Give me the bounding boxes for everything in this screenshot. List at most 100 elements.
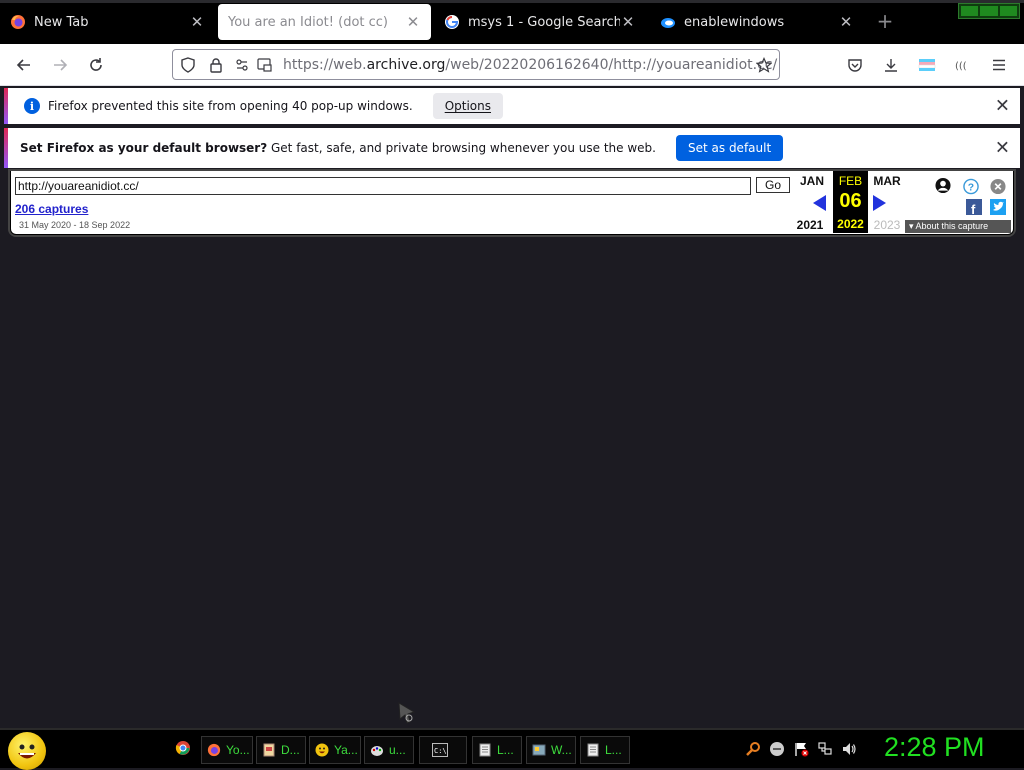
taskbar-item-label: L... [605,743,622,757]
url-bar[interactable]: https://web.archive.org/web/202202061626… [172,49,780,80]
wayback-url-input[interactable]: http://youareanidiot.cc/ [15,177,751,195]
tab-title: enablewindows [684,14,785,30]
close-tab-icon[interactable]: ✕ [838,13,854,31]
popup-blocked-message: Firefox prevented this site from opening… [48,99,413,113]
url-prefix: https://web. [283,57,367,73]
mouse-cursor-icon [398,702,416,724]
taskbar-item-paint[interactable]: u... [364,736,414,764]
prev-capture-arrow-icon[interactable] [813,195,826,211]
paint-icon [369,742,385,758]
url-text: https://web.archive.org/web/202202061626… [283,57,777,73]
taskbar-item-terminal[interactable]: C:\ [419,736,467,764]
next-year-label[interactable]: 2023 [869,218,905,232]
taskbar-item-label: u... [389,743,406,757]
security-flag-icon[interactable] [792,740,810,758]
options-button[interactable]: Options [432,93,503,119]
tab-new-tab[interactable]: New Tab ✕ [0,4,215,40]
set-as-default-button[interactable]: Set as default [676,135,784,161]
info-icon: i [24,98,40,114]
reload-icon[interactable] [83,52,109,78]
about-this-capture-label: About this capture [915,221,989,231]
start-button-smiley-icon[interactable] [8,732,46,770]
twitter-icon[interactable] [990,199,1006,215]
taskbar-item-label: Ya... [334,743,358,757]
about-this-capture-button[interactable]: ▾ About this capture [905,220,1011,233]
window-controls[interactable] [958,3,1020,19]
back-arrow-icon[interactable] [11,52,37,78]
taskbar-item-app[interactable]: W... [526,736,576,764]
default-browser-message: Set Firefox as your default browser? Get… [20,141,656,155]
navigation-toolbar: https://web.archive.org/web/202202061626… [0,44,1024,86]
capture-date-range: 31 May 2020 - 18 Sep 2022 [19,220,131,230]
default-browser-description: Get fast, safe, and private browsing whe… [267,141,656,155]
user-account-icon[interactable] [935,177,951,193]
taskbar-item-label: Yo... [226,743,250,757]
svg-text:C:\: C:\ [434,747,447,755]
notepad-icon [585,742,601,758]
tab-you-are-an-idiot[interactable]: You are an Idiot! (dot cc) ✕ [218,4,431,40]
close-tab-icon[interactable]: ✕ [405,13,421,31]
hamburger-menu-icon[interactable] [986,52,1012,78]
new-tab-plus-icon[interactable]: + [874,10,896,32]
pocket-icon[interactable] [842,52,868,78]
url-path: /web/20220206162640/http://youareanidiot… [445,57,778,73]
document-icon [261,742,277,758]
current-month-label: FEB [838,174,863,188]
facebook-icon[interactable]: f [966,199,982,215]
tab-strip: New Tab ✕ You are an Idiot! (dot cc) ✕ m… [0,0,1024,44]
taskbar-item-firefox[interactable]: Yo... [201,736,253,764]
smiley-icon [314,742,330,758]
forward-arrow-icon[interactable] [47,52,73,78]
next-capture-arrow-icon[interactable] [873,195,886,211]
terminal-icon: C:\ [432,742,448,758]
svg-text:(((: ((( [955,61,967,72]
edge-icon [660,14,676,30]
lock-icon[interactable] [207,56,225,74]
prev-year-label[interactable]: 2021 [792,218,828,232]
firefox-icon [206,742,222,758]
taskbar-item-label: D... [281,743,300,757]
next-month-label[interactable]: MAR [869,174,905,188]
taskbar-clock[interactable]: 2:28 PM [884,732,985,763]
tab-enablewindows[interactable]: enablewindows ✕ [650,4,864,40]
taskbar-item-smiley[interactable]: Ya... [309,736,361,764]
tab-title: msys 1 - Google Search [468,14,620,30]
taskbar-item-notepad-1[interactable]: L... [472,736,522,764]
captures-link[interactable]: 206 captures [15,202,88,216]
chrome-icon[interactable] [174,739,192,757]
extension-flag-icon[interactable] [914,52,940,78]
close-notification-icon[interactable]: ✕ [995,138,1010,159]
shield-icon[interactable] [179,56,197,74]
taskbar-item-label: W... [551,743,572,757]
network-icon[interactable] [816,740,834,758]
current-capture-date: FEB 06 2022 [833,171,868,233]
taskbar: Yo... D... Ya... u... C:\ L... W... L... [0,728,1024,770]
close-tab-icon[interactable]: ✕ [620,13,636,31]
close-wayback-icon[interactable] [990,178,1006,194]
downloads-icon[interactable] [878,52,904,78]
volume-speaker-icon[interactable] [840,740,858,758]
current-day-label: 06 [839,190,862,212]
go-button[interactable]: Go [756,177,790,193]
taskbar-item-notepad-2[interactable]: L... [580,736,630,764]
svg-text:f: f [971,202,976,215]
extension-icon[interactable]: ((( [950,52,976,78]
popup-blocked-notification: i Firefox prevented this site from openi… [4,88,1020,124]
taskbar-item-document[interactable]: D... [256,736,306,764]
prev-month-label[interactable]: JAN [794,174,830,188]
permissions-icon[interactable] [235,56,253,74]
notepad-icon [477,742,493,758]
tab-title: New Tab [34,14,89,30]
tab-title: You are an Idiot! (dot cc) [228,14,388,30]
default-browser-question: Set Firefox as your default browser? [20,141,268,155]
reader-view-icon[interactable] [255,56,273,74]
close-tab-icon[interactable]: ✕ [189,13,205,31]
bookmark-star-icon[interactable] [755,56,773,74]
search-magnifier-icon[interactable] [744,740,762,758]
tab-google-search[interactable]: msys 1 - Google Search ✕ [434,4,646,40]
help-icon[interactable]: ? [963,178,979,194]
close-notification-icon[interactable]: ✕ [995,96,1010,117]
status-icon[interactable] [768,740,786,758]
firefox-icon [10,14,26,30]
wayback-toolbar: http://youareanidiot.cc/ Go 206 captures… [10,171,1014,235]
